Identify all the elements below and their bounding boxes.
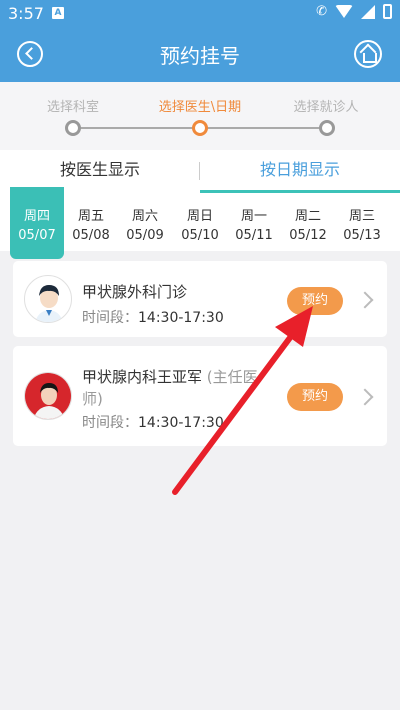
date-item[interactable]: 周二 05/12 [281, 193, 335, 251]
date-item[interactable]: 周六 05/09 [118, 193, 172, 251]
date-weekday: 周一 [240, 209, 267, 224]
date-value: 05/08 [72, 228, 110, 243]
status-bar: 3:57 A ✆ [0, 0, 400, 28]
date-value: 05/11 [235, 228, 273, 243]
doctor-avatar [24, 372, 72, 420]
book-button[interactable]: 预约 [287, 383, 343, 411]
notification-icon: A [52, 7, 64, 19]
wifi-icon [335, 5, 353, 18]
step-1-dot [65, 120, 81, 136]
step-2-dot [192, 120, 208, 136]
date-weekday: 周六 [131, 209, 158, 224]
time-label: 时间段： [82, 310, 138, 326]
app-header: 3:57 A ✆ 预约挂号 [0, 0, 400, 82]
date-item[interactable]: 周四 05/07 [10, 187, 64, 259]
date-value: 05/10 [181, 228, 219, 243]
page-title: 预约挂号 [160, 44, 240, 68]
date-item[interactable]: 周日 05/10 [173, 193, 227, 251]
call-icon: ✆ [316, 4, 327, 19]
book-button[interactable]: 预约 [287, 287, 343, 315]
step-3-label: 选择就诊人 [293, 100, 359, 115]
doctor-title-cont: 师) [82, 390, 103, 408]
date-value: 05/12 [289, 228, 327, 243]
time-label: 时间段： [82, 415, 138, 431]
date-strip: 周四 05/07 周五 05/08 周六 05/09 周日 05/10 周一 05/11 … [0, 187, 400, 259]
date-weekday: 周日 [186, 209, 213, 224]
step-3-dot [319, 120, 335, 136]
date-value: 05/13 [343, 228, 381, 243]
doctor-card[interactable]: 甲状腺外科门诊 时间段：14:30-17:30 预约 [13, 261, 387, 337]
chevron-right-icon [356, 291, 374, 309]
doctor-card[interactable]: 甲状腺内科王亚军 (主任医师) 时间段：14:30-17:30 预约 [13, 346, 387, 446]
doctor-time: 时间段：14:30-17:30 [82, 307, 224, 327]
date-weekday: 周三 [348, 209, 375, 224]
doctor-avatar [24, 275, 72, 323]
date-item[interactable]: 周五 05/08 [64, 193, 118, 251]
status-icons: ✆ [316, 4, 392, 19]
doctor-name: 甲状腺外科门诊 [82, 283, 188, 301]
time-value: 14:30-17:30 [138, 415, 224, 431]
signal-icon [361, 4, 375, 19]
doctor-photo-icon [25, 373, 71, 419]
doctor-time: 时间段：14:30-17:30 [82, 412, 224, 432]
tab-by-date[interactable]: 按日期显示 [200, 150, 400, 193]
date-weekday: 周五 [77, 209, 104, 224]
date-weekday: 周二 [294, 209, 321, 224]
date-item[interactable]: 周一 05/11 [227, 193, 281, 251]
date-item[interactable]: 周三 05/13 [335, 193, 389, 251]
home-icon[interactable] [354, 40, 382, 68]
doctor-male-avatar-icon [35, 285, 63, 322]
date-value: 05/09 [126, 228, 164, 243]
step-2-label: 选择医生\日期 [158, 100, 242, 115]
doctor-title: (主任医 [206, 368, 258, 386]
date-value: 05/07 [18, 228, 56, 243]
date-weekday: 周四 [23, 209, 50, 224]
chevron-right-icon [356, 388, 374, 406]
step-1-label: 选择科室 [46, 100, 99, 115]
status-time: 3:57 [8, 4, 44, 23]
doctor-name-text: 甲状腺内科王亚军 [82, 368, 203, 386]
time-value: 14:30-17:30 [138, 310, 224, 326]
step-indicator: 选择科室 选择医生\日期 选择就诊人 [0, 82, 400, 150]
doctor-name: 甲状腺内科王亚军 (主任医师) [82, 366, 282, 410]
battery-icon [383, 4, 392, 19]
